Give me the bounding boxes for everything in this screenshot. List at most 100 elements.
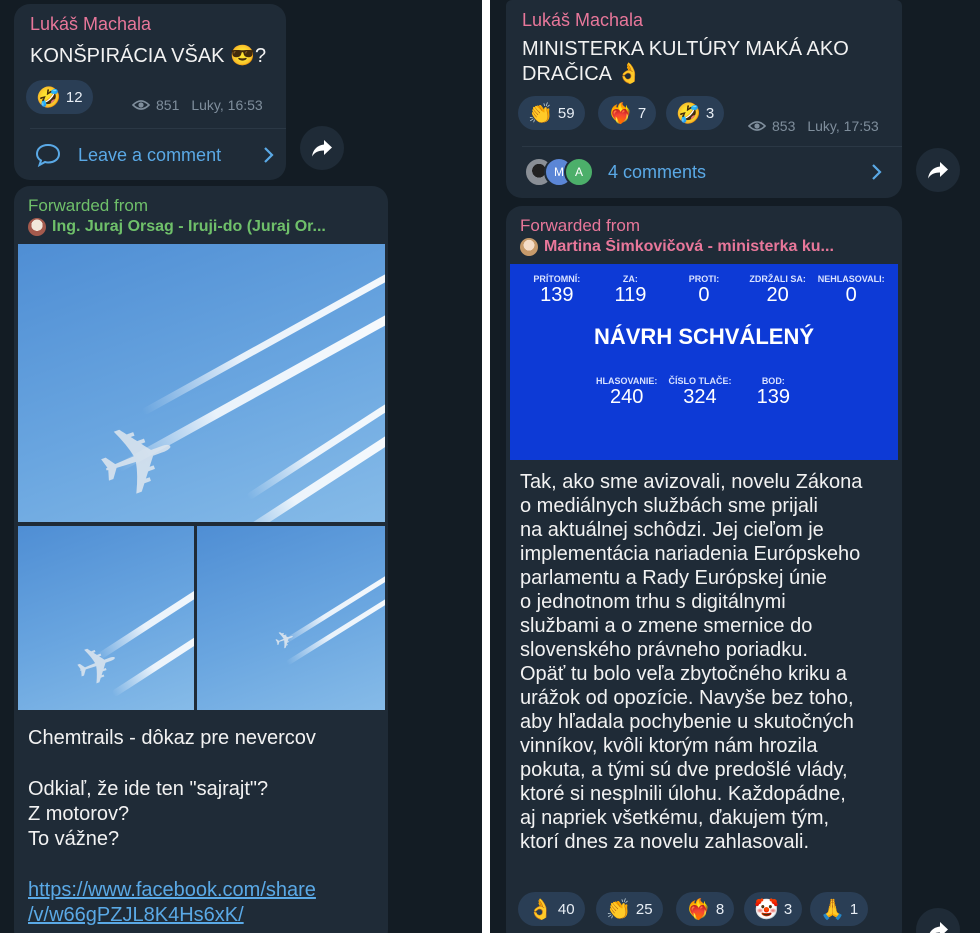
contrail	[230, 422, 385, 522]
vote-stat-label: PRÍTOMNÍ:	[533, 274, 581, 284]
forwarded-source[interactable]: Ing. Juraj Orsag - Iruji-do (Juraj Or...	[28, 218, 373, 236]
message-body-line: vinníkov, kvôli ktorým nám hrozila	[520, 735, 818, 757]
message-meta: 853 Luky, 17:53	[748, 118, 879, 134]
message-body-line: službami a o zmene smernice do	[520, 615, 813, 637]
view-count: 853	[772, 118, 796, 134]
share-button[interactable]	[916, 148, 960, 192]
reaction-count: 1	[849, 900, 859, 918]
contrail-photo-main[interactable]: ✈	[18, 244, 385, 522]
message-bubble[interactable]: Lukáš Machala MINISTERKA KULTÚRY MAKÁ AK…	[506, 0, 902, 198]
forwarded-message-bubble[interactable]: Forwarded from Ing. Juraj Orsag - Iruji-…	[14, 186, 388, 933]
vote-stat-label: ZA:	[622, 274, 638, 284]
forwarded-source-name: Martina Šimkovičová - ministerka ku...	[544, 238, 834, 255]
airplane-image: ✈	[270, 624, 300, 657]
message-author[interactable]: Lukáš Machala	[522, 10, 643, 31]
leave-comment-label: Leave a comment	[78, 144, 222, 165]
forwarded-label: Forwarded from	[28, 196, 148, 215]
forwarded-source[interactable]: Martina Šimkovičová - ministerka ku...	[520, 238, 880, 256]
contrail-photo-2[interactable]: ✈	[18, 526, 194, 710]
vote-stat: PRÍTOMNÍ: 139	[522, 274, 592, 307]
vote-stat-label: BOD:	[761, 376, 785, 386]
message-author[interactable]: Lukáš Machala	[30, 14, 151, 35]
airplane-image: ✈	[82, 396, 195, 522]
message-bubble[interactable]: Lukáš Machala KONŠPIRÁCIA VŠAK 😎? 🤣 12 8…	[14, 4, 286, 180]
reaction-chip[interactable]: ❤️‍🔥 8	[676, 892, 735, 926]
reaction-chip[interactable]: 🤡 3	[744, 892, 803, 926]
reaction-count: 25	[635, 900, 653, 918]
forwarded-source-name: Ing. Juraj Orsag - Iruji-do (Juraj Or...	[52, 218, 326, 235]
contrail	[285, 587, 385, 666]
reaction-emoji: ❤️‍🔥	[686, 898, 711, 921]
message-body-line: aby hľadala pochybenie u skutočných	[520, 711, 854, 733]
share-arrow-icon	[928, 162, 948, 179]
reaction-chip[interactable]: 👌 40	[518, 892, 585, 926]
reaction-chip[interactable]: 🙏 1	[810, 892, 869, 926]
vote-stat: PROTI: 0	[669, 274, 739, 307]
message-body-line: ktoré si nesplnili úlohu. Každopádne,	[520, 783, 846, 805]
share-arrow-icon	[929, 922, 948, 933]
message-body-line: urážok od opozície. Navyše bez toho,	[520, 687, 854, 709]
message-body-line: na aktuálnej schôdzi. Jej cieľom je	[520, 519, 824, 541]
vote-stat-value: 139	[540, 284, 574, 306]
share-button[interactable]	[300, 126, 344, 170]
vote-stat-label: NEHLASOVALI:	[817, 274, 885, 284]
message-text-line: DRAČICA 👌	[522, 63, 642, 85]
vote-stat: BOD: 139	[738, 376, 808, 409]
message-body: Tak, ako sme avizovali, novelu Zákona o …	[520, 470, 896, 854]
share-arrow-icon	[312, 140, 332, 157]
reaction-emoji: 🙏	[820, 898, 845, 921]
eye-icon	[748, 121, 766, 131]
vote-stat: ČÍSLO TLAČE: 324	[665, 376, 735, 409]
comment-bubble-icon	[35, 143, 61, 168]
right-chat-panel: Lukáš Machala MINISTERKA KULTÚRY MAKÁ AK…	[490, 0, 980, 933]
vote-stat-label: PROTI:	[688, 274, 720, 284]
forwarded-message-bubble[interactable]: Forwarded from Martina Šimkovičová - min…	[506, 206, 902, 933]
vote-stat-value: 139	[756, 386, 790, 408]
message-text: KONŠPIRÁCIA VŠAK 😎?	[30, 45, 267, 67]
message-body-line: o mediálnych službách sme prijali	[520, 495, 818, 517]
vote-stat-label: ZDRŽALI SA:	[749, 274, 806, 284]
vote-stat-value: 324	[683, 386, 717, 408]
contrail-photo-3[interactable]: ✈	[197, 526, 385, 710]
reaction-chip[interactable]: 🤣 3	[666, 96, 725, 130]
comment-divider	[522, 146, 902, 147]
leave-comment-button[interactable]: Leave a comment	[34, 138, 274, 172]
vote-stat-value: 240	[609, 386, 644, 408]
eye-icon	[132, 100, 150, 110]
vote-stat-label: ČÍSLO TLAČE:	[668, 376, 732, 386]
reaction-chip[interactable]: 👏 25	[596, 892, 663, 926]
source-avatar	[28, 218, 46, 236]
message-body-line: Tak, ako sme avizovali, novelu Zákona	[520, 471, 863, 493]
message-time: Luky, 16:53	[191, 97, 263, 113]
screenshot-divider	[482, 0, 490, 933]
commenter-avatar: A	[564, 157, 594, 187]
message-body-line: ktorí dnes za novelu zahlasovali.	[520, 831, 810, 853]
facebook-link[interactable]: https://www.facebook.com/share /v/w66gPZ…	[28, 878, 316, 928]
comments-button[interactable]: M A 4 comments	[524, 154, 888, 190]
reaction-chip[interactable]: 🤣 12	[26, 80, 93, 114]
reaction-count: 40	[557, 900, 575, 918]
vote-stat: ZA: 119	[595, 274, 665, 307]
vote-stat-value: 0	[845, 284, 857, 306]
message-time: Luky, 17:53	[807, 118, 879, 134]
share-button[interactable]	[916, 908, 960, 933]
link-line: /v/w66gPZJL8K4Hs6xK/	[28, 904, 244, 926]
reaction-chip[interactable]: ❤️‍🔥 7	[598, 96, 657, 130]
vote-stat-value: 119	[614, 284, 647, 306]
comment-divider	[30, 128, 286, 129]
message-body-line: Odkiaľ, že ide ten "sajrajt"?	[28, 778, 269, 800]
chevron-right-icon	[872, 164, 882, 180]
message-body-line: To vážne?	[28, 828, 120, 850]
vote-stat: ZDRŽALI SA: 20	[743, 274, 813, 307]
left-chat-panel: Lukáš Machala KONŠPIRÁCIA VŠAK 😎? 🤣 12 8…	[0, 0, 482, 933]
vote-top-row: PRÍTOMNÍ: 139 ZA: 119 PROTI: 0 ZDRŽALI SA: 2…	[520, 274, 888, 307]
reaction-emoji: 👏	[606, 898, 631, 921]
view-count: 851	[156, 97, 180, 113]
message-body-line: Opäť tu bolo veľa zbytočného kriku a	[520, 663, 847, 685]
vote-stat: NEHLASOVALI: 0	[816, 274, 886, 307]
vote-result-image[interactable]: PRÍTOMNÍ: 139 ZA: 119 PROTI: 0 ZDRŽALI SA: 2…	[510, 264, 898, 460]
reaction-emoji: 🤣	[36, 86, 61, 109]
vote-stat-label: HLASOVANIE:	[595, 376, 658, 386]
message-text-line: MINISTERKA KULTÚRY MAKÁ AKO	[522, 38, 849, 60]
reaction-chip[interactable]: 👏 59	[518, 96, 585, 130]
